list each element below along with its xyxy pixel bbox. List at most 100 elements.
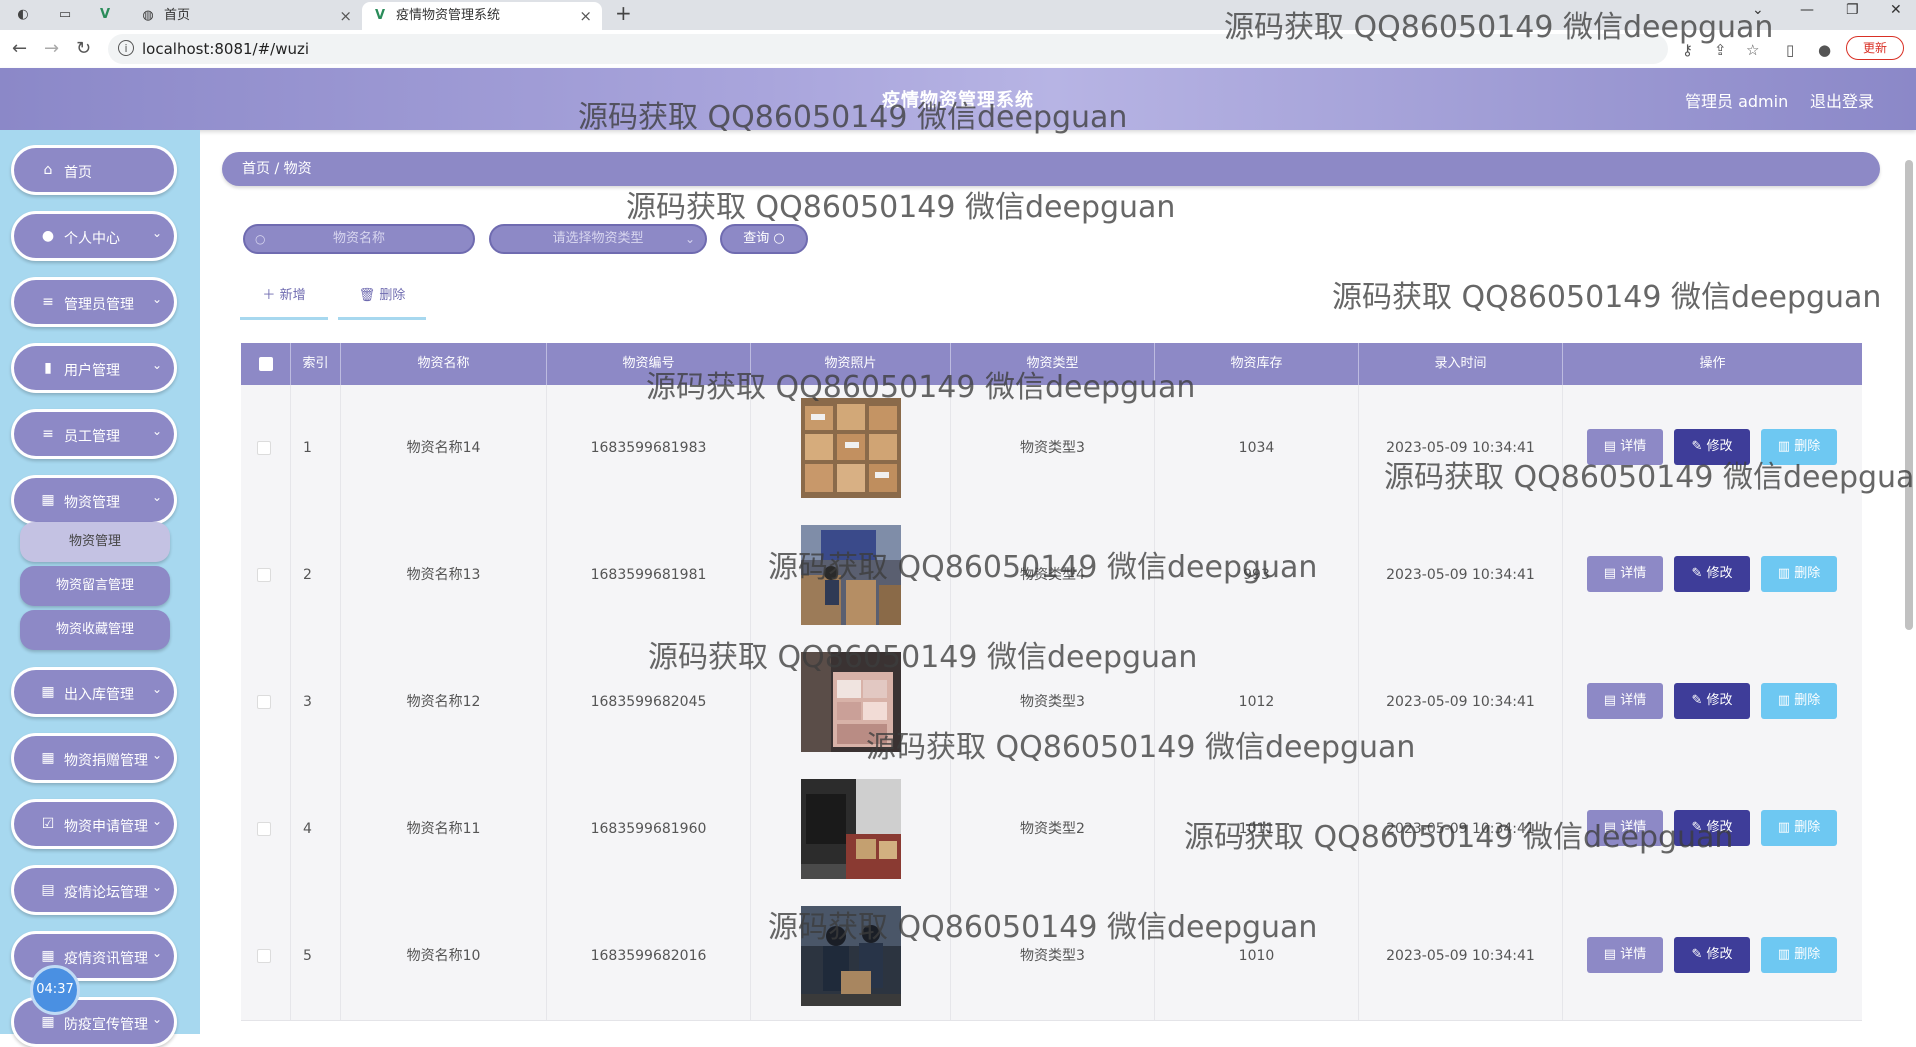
minimize-button[interactable]: — xyxy=(1800,2,1814,18)
app-title: 疫情物资管理系统 xyxy=(882,90,1034,111)
sidebar-item-home[interactable]: ⌂ 首页 xyxy=(11,145,177,195)
column-header: 物资名称 xyxy=(341,343,547,385)
url-field[interactable]: i localhost:8081/#/wuzi xyxy=(108,34,1668,64)
sidebar-item-applications[interactable]: ☑ 物资申请管理 ⌄ xyxy=(11,799,177,849)
detail-button[interactable]: ▤ 详情 xyxy=(1587,683,1663,719)
delete-button[interactable]: ▥ 删除 xyxy=(1761,810,1837,846)
back-icon[interactable]: ← xyxy=(12,38,27,59)
delete-button[interactable]: ▥ 删除 xyxy=(1761,429,1837,465)
detail-button[interactable]: ▤ 详情 xyxy=(1587,937,1663,973)
checkbox-cell xyxy=(241,639,291,766)
app-header: 疫情物资管理系统 管理员 admin 退出登录 xyxy=(0,68,1916,130)
supply-photo[interactable] xyxy=(801,779,901,879)
update-button[interactable]: 更新 xyxy=(1846,36,1904,60)
close-tab-icon[interactable]: × xyxy=(339,2,352,30)
select-all-checkbox[interactable] xyxy=(259,357,273,371)
edit-button[interactable]: ✎ 修改 xyxy=(1674,810,1750,846)
key-icon[interactable]: ⚷ xyxy=(1682,41,1693,59)
tab-home[interactable]: ◍ 首页 × xyxy=(130,2,362,30)
star-icon[interactable]: ☆ xyxy=(1746,41,1759,59)
search-icon: ○ xyxy=(773,231,785,246)
new-tab-button[interactable]: + xyxy=(615,1,632,25)
table-row: 3 物资名称12 1683599682045 物资类型3 1012 2023-0… xyxy=(241,639,1862,767)
supply-photo[interactable] xyxy=(801,398,901,498)
photo-cell xyxy=(751,766,951,893)
sidebar-item-forum[interactable]: ▤ 疫情论坛管理 ⌄ xyxy=(11,865,177,915)
delete-button[interactable]: ▥ 删除 xyxy=(1761,556,1837,592)
detail-button[interactable]: ▤ 详情 xyxy=(1587,429,1663,465)
page-icon[interactable]: ▭ xyxy=(56,6,74,24)
time-cell: 2023-05-09 10:34:41 xyxy=(1359,639,1563,766)
row-checkbox[interactable] xyxy=(257,695,271,709)
detail-label: 详情 xyxy=(1620,820,1647,835)
sidebar-item-label: 用户管理 xyxy=(64,363,120,379)
vue-icon[interactable]: V xyxy=(96,6,114,24)
delete-button[interactable]: ▥ 删除 xyxy=(1761,683,1837,719)
share-icon[interactable]: ⇪ xyxy=(1714,41,1727,59)
supply-type-select[interactable]: 请选择物资类型 ⌄ xyxy=(489,224,707,254)
column-header: 操作 xyxy=(1699,356,1726,371)
grid-icon: ▦ xyxy=(41,948,55,964)
sidebar-item-label: 疫情资讯管理 xyxy=(64,951,148,967)
grid-icon: ▦ xyxy=(41,1014,55,1030)
delete-label: 删除 xyxy=(1794,820,1821,835)
reload-icon[interactable]: ↻ xyxy=(76,38,91,59)
bar-chart-icon: ▮ xyxy=(44,360,52,376)
edit-button[interactable]: ✎ 修改 xyxy=(1674,937,1750,973)
chevron-down-icon[interactable]: ⌄ xyxy=(1752,2,1764,18)
sidebar-item-supplies[interactable]: ▦ 物资管理 ⌄ xyxy=(11,475,177,525)
close-tab-icon[interactable]: × xyxy=(579,2,592,30)
time-cell: 2023-05-09 10:34:41 xyxy=(1359,893,1563,1020)
logout-link[interactable]: 退出登录 xyxy=(1810,88,1874,112)
supply-photo[interactable] xyxy=(801,906,901,1006)
info-icon[interactable]: i xyxy=(118,40,134,56)
trash-icon: ▥ xyxy=(1777,820,1795,835)
supply-photo[interactable] xyxy=(801,525,901,625)
sidebar-item-users[interactable]: ▮ 用户管理 ⌄ xyxy=(11,343,177,393)
trash-icon: ▥ xyxy=(1777,947,1795,962)
browser-menu-icon[interactable]: ◐ xyxy=(14,6,32,24)
name-cell: 物资名称13 xyxy=(341,512,547,639)
add-button[interactable]: ＋ 新增 xyxy=(240,284,328,320)
sidebar-item-label: 管理员管理 xyxy=(64,297,134,313)
supply-photo[interactable] xyxy=(801,652,901,752)
select-all-cell xyxy=(241,343,291,385)
forward-icon[interactable]: → xyxy=(44,38,59,59)
submenu-supplies[interactable]: 物资管理 xyxy=(20,522,170,562)
close-window-button[interactable]: ✕ xyxy=(1890,2,1902,18)
sidebar-item-inout[interactable]: ▦ 出入库管理 ⌄ xyxy=(11,667,177,717)
restore-button[interactable]: ❐ xyxy=(1846,2,1859,18)
page-scrollbar[interactable] xyxy=(1905,160,1913,630)
delete-button[interactable]: ▥ 删除 xyxy=(1761,937,1837,973)
row-checkbox[interactable] xyxy=(257,822,271,836)
row-checkbox[interactable] xyxy=(257,441,271,455)
edit-button[interactable]: ✎ 修改 xyxy=(1674,556,1750,592)
sidebar-item-personal-center[interactable]: ● 个人中心 ⌄ xyxy=(11,211,177,261)
detail-button[interactable]: ▤ 详情 xyxy=(1587,556,1663,592)
index-cell: 2 xyxy=(291,512,341,639)
row-checkbox[interactable] xyxy=(257,568,271,582)
type-cell: 物资类型3 xyxy=(951,385,1155,512)
sidebar-item-donations[interactable]: ▦ 物资捐赠管理 ⌄ xyxy=(11,733,177,783)
watermark: 源码获取 QQ86050149 微信deepguan xyxy=(1332,280,1882,315)
stock-cell: 993 xyxy=(1155,512,1359,639)
tab-app[interactable]: V 疫情物资管理系统 × xyxy=(362,2,602,30)
submenu-supplies-messages[interactable]: 物资留言管理 xyxy=(20,566,170,606)
edit-label: 修改 xyxy=(1706,947,1733,962)
query-button[interactable]: 查询 ○ xyxy=(720,224,808,254)
batch-delete-button[interactable]: 🗑 删除 xyxy=(338,284,426,320)
chevron-down-icon: ⌄ xyxy=(151,292,162,306)
edit-button[interactable]: ✎ 修改 xyxy=(1674,429,1750,465)
profile-icon[interactable]: ● xyxy=(1818,41,1831,59)
submenu-supplies-favorites[interactable]: 物资收藏管理 xyxy=(20,610,170,650)
timer-badge[interactable]: 04:37 xyxy=(30,965,80,1015)
sidebar-item-admin[interactable]: ≡ 管理员管理 ⌄ xyxy=(11,277,177,327)
detail-button[interactable]: ▤ 详情 xyxy=(1587,810,1663,846)
row-checkbox[interactable] xyxy=(257,949,271,963)
sidebar-item-staff[interactable]: ≡ 员工管理 ⌄ xyxy=(11,409,177,459)
sidepanel-icon[interactable]: ▯ xyxy=(1786,41,1794,59)
search-name-input[interactable]: ○ 物资名称 xyxy=(243,224,475,254)
edit-button[interactable]: ✎ 修改 xyxy=(1674,683,1750,719)
ops-cell: ▤ 详情 ✎ 修改 ▥ 删除 xyxy=(1563,639,1862,766)
type-cell: 物资类型4 xyxy=(951,512,1155,639)
